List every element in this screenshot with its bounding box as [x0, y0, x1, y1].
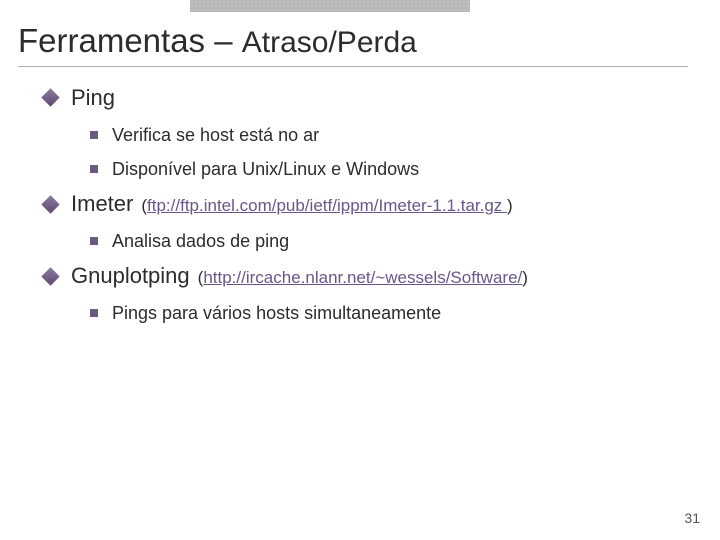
link-paren: (http://ircache.nlanr.net/~wessels/Softw…: [198, 268, 528, 288]
section-ping: Ping: [44, 85, 692, 111]
sub-text: Analisa dados de ping: [112, 229, 289, 253]
sub-text: Disponível para Unix/Linux e Windows: [112, 157, 419, 181]
sub-text: Pings para vários hosts simultaneamente: [112, 301, 441, 325]
page-number: 31: [684, 510, 700, 526]
section-imeter: Imeter (ftp://ftp.intel.com/pub/ietf/ipp…: [44, 191, 692, 217]
title-sub: Atraso/Perda: [242, 26, 417, 59]
paren-close: ): [507, 196, 513, 215]
section-heading: Ping: [71, 85, 115, 111]
section-gnuplotping: Gnuplotping (http://ircache.nlanr.net/~w…: [44, 263, 692, 289]
section-heading: Gnuplotping: [71, 263, 190, 289]
title-rule: [18, 66, 688, 67]
sub-item: Disponível para Unix/Linux e Windows: [90, 157, 692, 181]
sub-item: Pings para vários hosts simultaneamente: [90, 301, 692, 325]
square-bullet-icon: [90, 165, 98, 173]
section-heading: Imeter: [71, 191, 133, 217]
square-bullet-icon: [90, 131, 98, 139]
square-bullet-icon: [90, 237, 98, 245]
sub-item: Analisa dados de ping: [90, 229, 692, 253]
sub-item: Verifica se host está no ar: [90, 123, 692, 147]
slide-title: Ferramentas – Atraso/Perda: [18, 22, 692, 61]
top-decor-bar: [190, 0, 470, 12]
link-paren: (ftp://ftp.intel.com/pub/ietf/ippm/Imete…: [141, 196, 512, 216]
slide-body: Ferramentas – Atraso/Perda Ping Verifica…: [0, 0, 720, 326]
paren-close: ): [522, 268, 528, 287]
title-main: Ferramentas –: [18, 22, 233, 59]
sub-text: Verifica se host está no ar: [112, 123, 319, 147]
section-link-imeter[interactable]: ftp://ftp.intel.com/pub/ietf/ippm/Imeter…: [147, 196, 507, 215]
section-link-gnuplotping[interactable]: http://ircache.nlanr.net/~wessels/Softwa…: [203, 268, 522, 287]
diamond-bullet-icon: [41, 88, 59, 106]
square-bullet-icon: [90, 309, 98, 317]
diamond-bullet-icon: [41, 195, 59, 213]
diamond-bullet-icon: [41, 267, 59, 285]
